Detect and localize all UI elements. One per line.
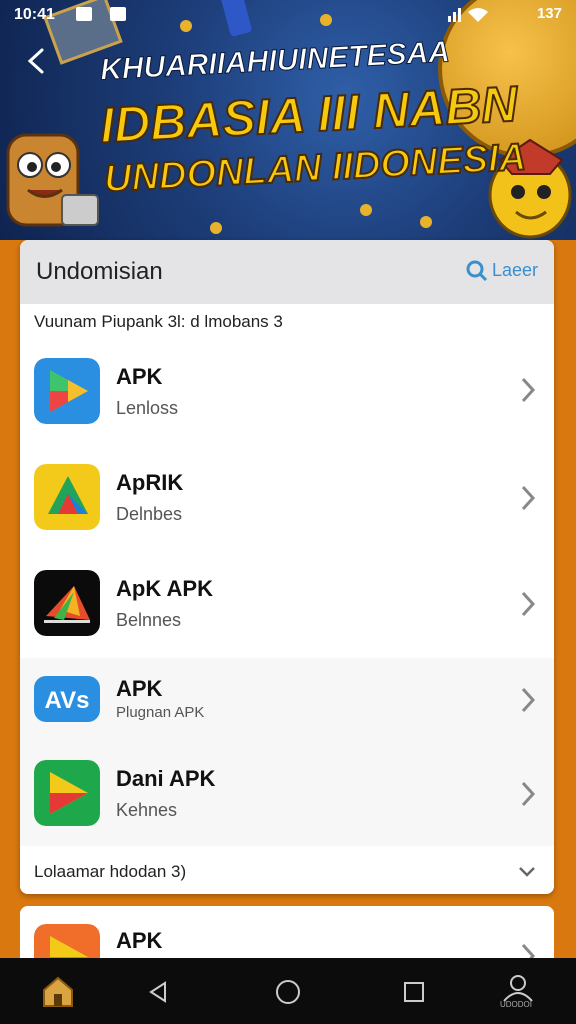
- notification-icon: [110, 7, 126, 21]
- app-name: ApRIK: [116, 470, 184, 495]
- coin-dot: [420, 216, 432, 228]
- nav-recents-button[interactable]: [394, 972, 434, 1012]
- chevron-down-icon: [519, 867, 535, 877]
- promo-banner: KHUARIIAHIUINETESAA IDBASIA III NABN UND…: [0, 0, 576, 240]
- coin-dot: [210, 222, 222, 234]
- chevron-right-icon: [521, 687, 536, 713]
- chevron-right-icon: [521, 377, 536, 403]
- nav-back-button[interactable]: [138, 972, 178, 1012]
- app-name: APK: [116, 676, 163, 701]
- back-arrow-icon[interactable]: [24, 46, 48, 76]
- list-item[interactable]: APK Lenloss: [20, 338, 554, 448]
- avs-icon: AVs: [34, 676, 100, 722]
- profile-icon: [503, 975, 533, 1002]
- chevron-right-icon: [521, 781, 536, 807]
- app-subtitle: Kehnes: [116, 800, 178, 820]
- home-icon: [43, 976, 73, 1007]
- search-label: Laeer: [491, 260, 538, 280]
- status-time: 10:41: [14, 6, 55, 23]
- signal-wifi-icon: [448, 8, 488, 22]
- play-blue-icon: [34, 358, 100, 424]
- app-name: APK: [116, 928, 163, 953]
- recents-square-icon: [404, 982, 424, 1002]
- coin-dot: [360, 204, 372, 216]
- home-app-button[interactable]: [38, 972, 78, 1012]
- app-subtitle: Lenloss: [116, 398, 179, 418]
- list-item[interactable]: AVs APK Plugnan APK: [20, 658, 554, 744]
- search-button[interactable]: Laeer: [466, 260, 538, 282]
- home-circle-icon: [276, 980, 300, 1004]
- nav-home-button[interactable]: [268, 972, 308, 1012]
- section-label: Lolaamar hdodan 3): [34, 862, 187, 881]
- play-green-icon: [34, 760, 100, 826]
- list-item[interactable]: Dani APK Kehnes: [20, 742, 554, 848]
- chevron-right-icon: [521, 591, 536, 617]
- system-nav-bar: UDODOI: [0, 958, 576, 1024]
- tent-dark-icon: [34, 570, 100, 636]
- status-bar: 10:41 137: [0, 0, 576, 30]
- card-title: Undomisian: [36, 258, 163, 285]
- expand-section[interactable]: Lolaamar hdodan 3): [20, 846, 554, 894]
- chevron-right-icon: [521, 485, 536, 511]
- svg-text:AVs: AVs: [45, 687, 90, 714]
- app-list-card: Undomisian Laeer Vuunam Piupank 3l: d lm…: [20, 240, 554, 894]
- search-icon: [466, 260, 488, 282]
- app-name: Dani APK: [116, 766, 216, 791]
- list-subtitle: Vuunam Piupank 3l: d lmobans 3: [34, 312, 283, 331]
- back-triangle-icon: [149, 981, 166, 1003]
- profile-caption: UDODOI: [500, 1000, 532, 1009]
- app-subtitle: Belnnes: [116, 610, 182, 630]
- app-subtitle: Plugnan APK: [116, 704, 205, 721]
- list-item[interactable]: ApK APK Belnnes: [20, 552, 554, 660]
- play-yellow-icon: [34, 464, 100, 530]
- app-name: APK: [116, 364, 163, 389]
- app-name: ApK APK: [116, 576, 213, 601]
- status-battery-text: 137: [536, 5, 562, 22]
- app-subtitle: Delnbes: [116, 504, 183, 524]
- notification-icon: [76, 7, 92, 21]
- list-item[interactable]: ApRIK Delnbes: [20, 446, 554, 554]
- card-header: Undomisian Laeer: [20, 240, 554, 304]
- mascot-left-icon: [6, 133, 99, 227]
